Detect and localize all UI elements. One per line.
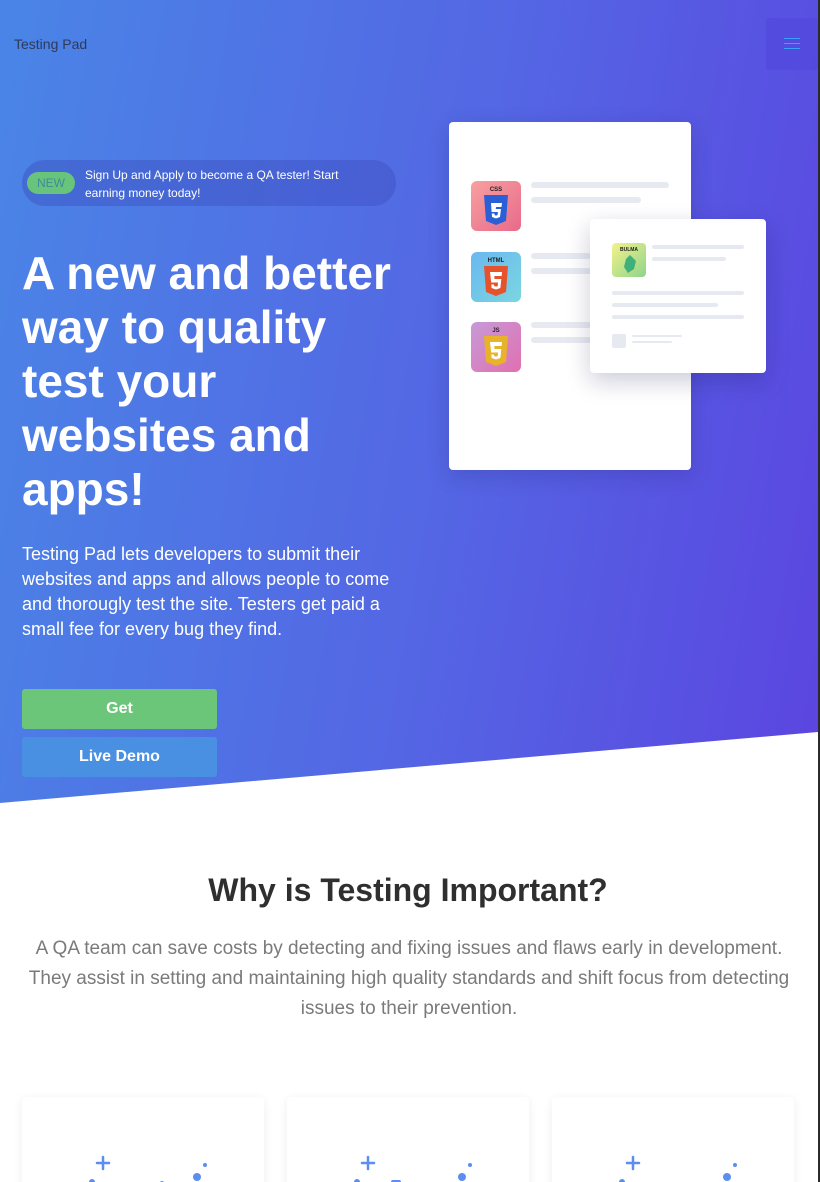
placeholder-line (531, 337, 591, 343)
placeholder-line (612, 315, 744, 319)
section-description: A QA team can save costs by detecting an… (28, 938, 790, 1019)
css3-icon: CSS (471, 181, 521, 231)
placeholder-line (632, 335, 682, 337)
feature-icon (619, 1155, 737, 1182)
feature-card (287, 1097, 529, 1182)
feature-card (22, 1097, 264, 1182)
placeholder-line (531, 322, 591, 328)
placeholder-line (531, 182, 669, 188)
placeholder-line (632, 341, 672, 343)
placeholder-line (531, 268, 591, 274)
brand-logo[interactable]: Testing Pad (14, 36, 87, 52)
section-title: Why is Testing Important? (208, 872, 608, 908)
live-demo-button[interactable]: Live Demo (22, 737, 217, 777)
announcement-banner[interactable]: NEW Sign Up and Apply to become a QA tes… (22, 160, 396, 206)
hamburger-icon-line (784, 48, 800, 49)
bulma-icon: BULMA (612, 243, 646, 277)
placeholder-line (652, 257, 726, 261)
placeholder-line (531, 253, 591, 259)
feature-icon (89, 1155, 207, 1182)
hamburger-icon-line (784, 43, 800, 44)
illustration-floating-card: BULMA (590, 219, 766, 373)
placeholder-square (612, 334, 626, 348)
feature-icon (354, 1155, 472, 1182)
hero-description: Testing Pad lets developers to submit th… (22, 544, 390, 639)
hero-title: A new and better way to quality test you… (22, 247, 391, 515)
new-badge: NEW (27, 172, 75, 194)
hamburger-icon (784, 38, 800, 39)
js-icon: JS (471, 322, 521, 372)
html5-icon: HTML (471, 252, 521, 302)
placeholder-line (652, 245, 744, 249)
placeholder-line (531, 197, 641, 203)
feature-card (552, 1097, 794, 1182)
get-button[interactable]: Get (22, 689, 217, 729)
placeholder-line (612, 291, 744, 295)
menu-button[interactable] (766, 18, 818, 70)
placeholder-line (612, 303, 718, 307)
announcement-text: Sign Up and Apply to become a QA tester!… (85, 168, 339, 200)
